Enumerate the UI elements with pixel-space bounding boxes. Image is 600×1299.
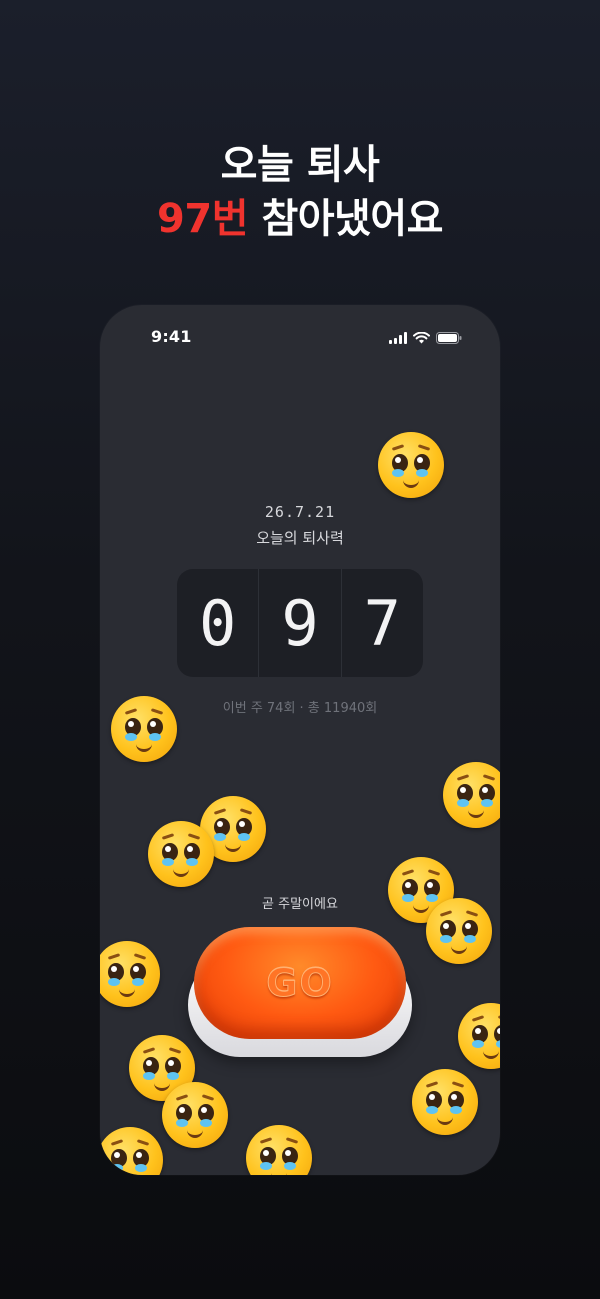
counter-digit-ones: 7: [340, 569, 423, 677]
go-button-cap[interactable]: GO: [194, 927, 406, 1039]
resign-counter: 0 9 7: [177, 569, 423, 677]
wifi-icon: [413, 329, 430, 348]
phone-mockup: 9:41 26.7.21 오늘의 퇴사력 0 9 7 이번 주 74회 · 총 …: [100, 305, 500, 1175]
pleading-face-icon: [443, 762, 500, 828]
resign-power-title: 오늘의 퇴사력: [256, 529, 344, 547]
battery-icon: [436, 329, 462, 348]
pleading-face-icon: [100, 1127, 163, 1175]
pleading-face-icon: [246, 1125, 312, 1175]
headline-line-1: 오늘 퇴사: [220, 142, 380, 188]
go-button[interactable]: GO: [188, 927, 412, 1059]
pleading-face-icon: [378, 432, 444, 498]
counter-digit-hundreds: 0: [199, 586, 237, 660]
headline-accent-count: 97번: [157, 196, 249, 242]
go-button-label: GO: [266, 961, 334, 1006]
status-icons: [389, 329, 462, 348]
date-text: 26.7.21: [264, 503, 336, 521]
pleading-face-icon: [458, 1003, 500, 1069]
pleading-face-icon: [162, 1082, 228, 1148]
counter-digit-tens: 9: [258, 569, 340, 677]
pleading-face-icon: [412, 1069, 478, 1135]
pleading-face-icon: [111, 696, 177, 762]
weekend-soon-text: 곧 주말이에요: [262, 897, 338, 912]
headline-line-2-rest: 참아냈어요: [248, 196, 443, 242]
status-time: 9:41: [151, 327, 192, 346]
headline: 오늘 퇴사 97번 참아냈어요: [0, 138, 600, 246]
pleading-face-icon: [148, 821, 214, 887]
pleading-face-icon: [100, 941, 160, 1007]
headline-line-2: 97번 참아냈어요: [0, 192, 600, 246]
signal-icon: [389, 329, 407, 348]
status-bar: 9:41: [100, 305, 500, 365]
